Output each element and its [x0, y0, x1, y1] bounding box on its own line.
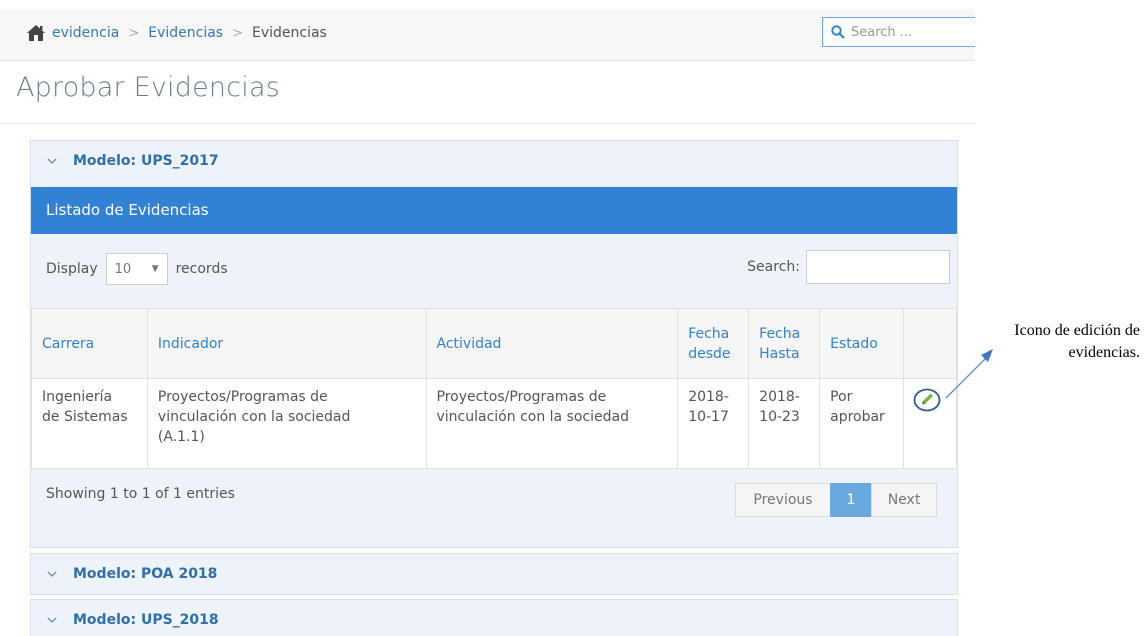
listing-header: Listado de Evidencias [31, 187, 957, 234]
panel-header-ups-2018[interactable]: Modelo: UPS_2018 [31, 600, 957, 636]
length-control: Display 10 ▼ records [46, 253, 228, 285]
table-row: Ingeniería de Sistemas Proyectos/Programa… [31, 378, 957, 469]
panel-header-ups-2017[interactable]: Modelo: UPS_2017 [31, 141, 957, 181]
panel-title: Modelo: POA 2018 [73, 566, 218, 582]
table-info: Showing 1 to 1 of 1 entries [46, 486, 235, 502]
chevron-down-icon [47, 571, 57, 577]
global-search[interactable] [822, 17, 975, 47]
records-label: records [175, 261, 228, 277]
panel-title: Modelo: UPS_2018 [73, 612, 219, 628]
cell-carrera: Ingeniería de Sistemas [31, 378, 148, 469]
column-header-indicador[interactable]: Indicador [146, 308, 427, 379]
panel-modelo-ups-2018: Modelo: UPS_2018 [30, 599, 958, 636]
pagination: Previous 1 Next [735, 483, 937, 517]
top-bar: evidencia > Evidencias > Evidencias [0, 9, 975, 61]
column-header-estado[interactable]: Estado [819, 308, 905, 379]
breadcrumb-item-evidencia[interactable]: evidencia [52, 25, 119, 41]
column-header-fecha-hasta[interactable]: Fecha Hasta [748, 308, 821, 379]
cell-estado: Por aprobar [819, 378, 905, 469]
annotation-label: Icono de edición de evidencias. [1014, 322, 1140, 361]
cell-actividad: Proyectos/Programas de vinculación con la… [425, 378, 679, 469]
panel-modelo-ups-2017: Modelo: UPS_2017 Listado de Evidencias D… [30, 140, 958, 548]
panel-title: Modelo: UPS_2017 [73, 153, 219, 169]
search-icon [831, 25, 845, 39]
previous-page-button[interactable]: Previous [735, 483, 831, 517]
panel-header-poa-2018[interactable]: Modelo: POA 2018 [31, 554, 957, 594]
breadcrumb: evidencia > Evidencias > Evidencias [26, 24, 327, 42]
cell-fecha-hasta: 2018- 10-23 [748, 378, 821, 469]
home-icon[interactable] [26, 24, 46, 42]
breadcrumb-item-evidencias[interactable]: Evidencias [148, 25, 223, 41]
column-header-actions [903, 308, 957, 379]
cell-fecha-desde: 2018- 10-17 [677, 378, 750, 469]
filter-label: Search: [747, 259, 800, 275]
records-value: 10 [114, 261, 132, 277]
search-input[interactable] [851, 24, 961, 40]
chevron-down-icon [47, 617, 57, 623]
column-header-actividad[interactable]: Actividad [425, 308, 679, 379]
title-divider [0, 123, 975, 124]
next-page-button[interactable]: Next [871, 483, 937, 517]
cell-indicador: Proyectos/Programas de vinculación con la… [146, 378, 427, 469]
breadcrumb-current: Evidencias [252, 25, 327, 41]
table-search-input[interactable] [806, 250, 950, 284]
table-header-row: Carrera Indicador Actividad Fecha desde F… [31, 308, 957, 379]
records-per-page-select[interactable]: 10 ▼ [105, 253, 168, 285]
page-title: Aprobar Evidencias [16, 72, 280, 103]
breadcrumb-separator: > [232, 25, 243, 41]
caret-down-icon: ▼ [151, 264, 159, 274]
pencil-icon[interactable] [913, 388, 941, 412]
column-header-fecha-desde[interactable]: Fecha desde [677, 308, 750, 379]
chevron-down-icon [47, 158, 57, 164]
breadcrumb-separator: > [128, 25, 140, 41]
column-header-carrera[interactable]: Carrera [31, 308, 148, 379]
display-label: Display [46, 261, 98, 277]
table-filter: Search: [747, 250, 950, 284]
cell-actions [903, 378, 957, 469]
page-1-button[interactable]: 1 [830, 483, 872, 517]
evidence-table: Carrera Indicador Actividad Fecha desde F… [31, 308, 957, 469]
panel-modelo-poa-2018: Modelo: POA 2018 [30, 553, 958, 595]
